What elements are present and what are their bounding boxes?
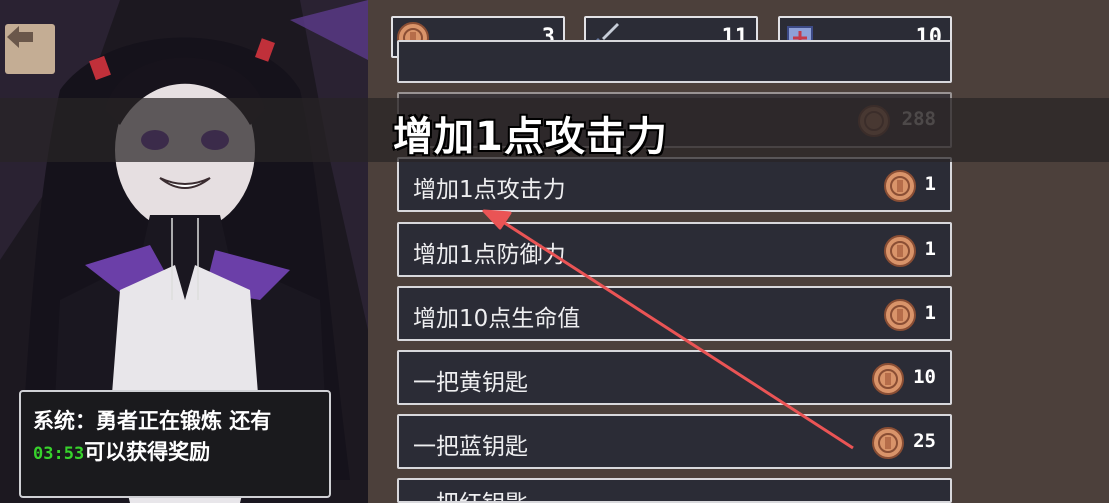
system-message-box: 系统：勇者正在锻炼 还有 03:53可以获得奖励	[19, 390, 331, 498]
coin-icon	[884, 170, 916, 202]
coin-icon	[872, 427, 904, 459]
shop-item-defense[interactable]: 增加1点防御力 1	[397, 222, 952, 277]
shop-item-label: 一把红钥匙	[413, 484, 528, 501]
back-button[interactable]	[5, 24, 55, 74]
shop-item-label: 一把蓝钥匙	[413, 434, 528, 460]
shop-row-partial-top	[397, 40, 952, 83]
shop-item-blue-key[interactable]: 一把蓝钥匙 25	[397, 414, 952, 469]
shop-item-price: 10	[913, 366, 936, 388]
shop-item-attack[interactable]: 增加1点攻击力 1	[397, 157, 952, 212]
shop-item-health[interactable]: 增加10点生命值 1	[397, 286, 952, 341]
shop-item-label: 增加1点攻击力	[413, 177, 566, 203]
coin-icon	[884, 299, 916, 331]
shop-item-price: 1	[924, 173, 936, 195]
banner-title: 增加1点攻击力	[393, 114, 668, 160]
coin-icon	[872, 363, 904, 395]
shop-item-label: 增加10点生命值	[413, 306, 581, 332]
shop-item-price: 1	[924, 302, 936, 324]
shop-item-yellow-key[interactable]: 一把黄钥匙 10	[397, 350, 952, 405]
system-message-suffix: 可以获得奖励	[84, 440, 211, 464]
character-portrait: 系统：勇者正在锻炼 还有 03:53可以获得奖励	[0, 0, 368, 503]
shop-item-price: 25	[913, 430, 936, 452]
system-message-line1: 系统：勇者正在锻炼 还有	[33, 409, 272, 433]
back-arrow-icon	[7, 26, 33, 48]
countdown-timer: 03:53	[33, 444, 85, 464]
coin-icon	[884, 235, 916, 267]
shop-item-price: 1	[924, 238, 936, 260]
shop-item-label: 一把黄钥匙	[413, 370, 528, 396]
system-message-line2: 03:53可以获得奖励	[33, 437, 317, 470]
shop-item-red-key[interactable]: 一把红钥匙	[397, 478, 952, 503]
shop-item-label: 增加1点防御力	[413, 242, 566, 268]
